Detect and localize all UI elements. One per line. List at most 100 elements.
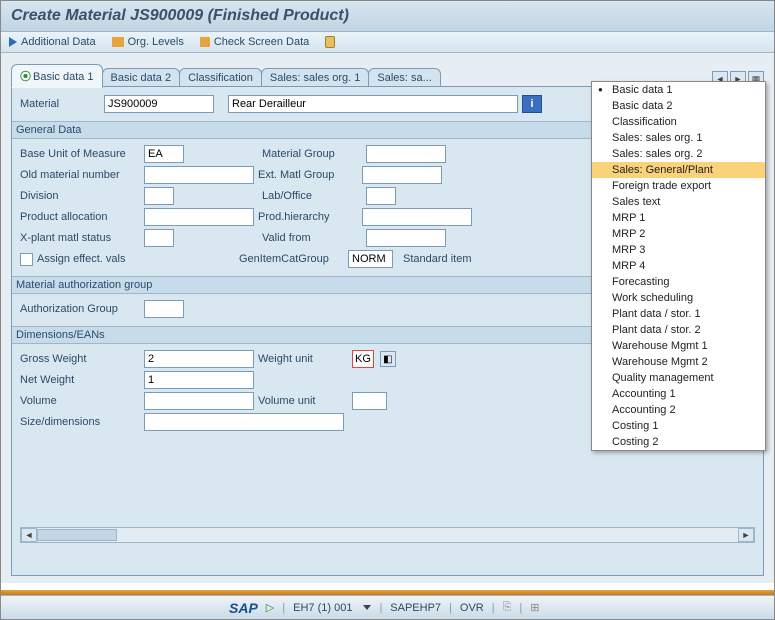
tab-classification[interactable]: Classification — [179, 68, 262, 87]
lab-office-label: Lab/Office — [262, 190, 362, 202]
material-group-label: Material Group — [262, 148, 362, 160]
scroll-right-button[interactable]: ► — [738, 528, 754, 542]
dropdown-item[interactable]: Forecasting — [592, 274, 765, 290]
dropdown-item[interactable]: Sales text — [592, 194, 765, 210]
info-button[interactable]: i — [522, 95, 542, 113]
ext-matl-group-field[interactable] — [362, 166, 442, 184]
lab-office-field[interactable] — [366, 187, 396, 205]
additional-data-button[interactable]: Additional Data — [9, 36, 96, 48]
org-icon — [112, 37, 124, 47]
dropdown-item[interactable]: Sales: General/Plant — [592, 162, 765, 178]
size-dim-label: Size/dimensions — [20, 416, 140, 428]
play-icon[interactable]: ▷ — [266, 601, 274, 614]
tab-basic-data-1[interactable]: ⦿Basic data 1 — [11, 64, 103, 88]
tab-dropdown-list: Basic data 1Basic data 2ClassificationSa… — [591, 81, 766, 451]
auth-group-label: Authorization Group — [20, 303, 140, 315]
scroll-left-button[interactable]: ◄ — [21, 528, 37, 542]
scroll-track[interactable] — [37, 529, 738, 541]
status-system[interactable]: EH7 (1) 001 — [293, 602, 352, 614]
app-toolbar: Additional Data Org. Levels Check Screen… — [1, 32, 774, 53]
volume-unit-label: Volume unit — [258, 395, 348, 407]
volume-field[interactable] — [144, 392, 254, 410]
status-icon-2[interactable]: ⊞ — [530, 601, 539, 614]
prod-hierarchy-field[interactable] — [362, 208, 472, 226]
check-screen-button[interactable]: Check Screen Data — [200, 36, 309, 48]
base-uom-field[interactable] — [144, 145, 184, 163]
material-desc-field[interactable] — [228, 95, 518, 113]
f4-help-button[interactable]: ◧ — [380, 351, 396, 367]
old-material-field[interactable] — [144, 166, 254, 184]
org-levels-label: Org. Levels — [128, 36, 184, 48]
dropdown-item[interactable]: Plant data / stor. 1 — [592, 306, 765, 322]
gross-weight-field[interactable] — [144, 350, 254, 368]
auth-group-field[interactable] — [144, 300, 184, 318]
volume-label: Volume — [20, 395, 140, 407]
arrow-right-icon — [9, 37, 17, 47]
gen-item-cat-label: GenItemCatGroup — [239, 253, 344, 265]
dropdown-item[interactable]: Costing 2 — [592, 434, 765, 450]
horizontal-scrollbar[interactable]: ◄ ► — [20, 527, 755, 543]
xplant-status-label: X-plant matl status — [20, 232, 140, 244]
material-group-field[interactable] — [366, 145, 446, 163]
old-material-label: Old material number — [20, 169, 140, 181]
scroll-thumb[interactable] — [37, 529, 117, 541]
lock-button[interactable] — [325, 36, 335, 48]
dropdown-item[interactable]: MRP 1 — [592, 210, 765, 226]
dropdown-item[interactable]: Warehouse Mgmt 2 — [592, 354, 765, 370]
dropdown-item[interactable]: Sales: sales org. 1 — [592, 130, 765, 146]
lock-icon — [325, 36, 335, 48]
status-bar: SAP ▷ | EH7 (1) 001 | SAPEHP7 | OVR | ⎘ … — [1, 595, 774, 619]
dropdown-item[interactable]: Basic data 1 — [592, 82, 765, 98]
dropdown-item[interactable]: Plant data / stor. 2 — [592, 322, 765, 338]
material-id-field[interactable] — [104, 95, 214, 113]
dropdown-item[interactable]: Accounting 2 — [592, 402, 765, 418]
valid-from-label: Valid from — [262, 232, 362, 244]
dropdown-item[interactable]: Warehouse Mgmt 1 — [592, 338, 765, 354]
size-dim-field[interactable] — [144, 413, 344, 431]
tab-label: Basic data 1 — [33, 71, 94, 83]
dropdown-item[interactable]: Quality management — [592, 370, 765, 386]
status-icon-1[interactable]: ⎘ — [503, 601, 512, 614]
dropdown-item[interactable]: MRP 4 — [592, 258, 765, 274]
weight-unit-label: Weight unit — [258, 353, 348, 365]
product-alloc-label: Product allocation — [20, 211, 140, 223]
gross-weight-label: Gross Weight — [20, 353, 140, 365]
weight-unit-field[interactable]: KG — [352, 350, 374, 368]
gen-item-cat-desc: Standard item — [403, 253, 471, 265]
dropdown-item[interactable]: Basic data 2 — [592, 98, 765, 114]
volume-unit-field[interactable] — [352, 392, 387, 410]
chevron-down-icon[interactable] — [363, 605, 371, 610]
dropdown-item[interactable]: MRP 3 — [592, 242, 765, 258]
division-label: Division — [20, 190, 140, 202]
gen-item-cat-field[interactable] — [348, 250, 393, 268]
additional-data-label: Additional Data — [21, 36, 96, 48]
page-title: Create Material JS900009 (Finished Produ… — [1, 1, 774, 32]
check-screen-label: Check Screen Data — [214, 36, 309, 48]
ext-matl-group-label: Ext. Matl Group — [258, 169, 358, 181]
status-server: SAPEHP7 — [390, 602, 441, 614]
dropdown-item[interactable]: Accounting 1 — [592, 386, 765, 402]
dropdown-item[interactable]: Classification — [592, 114, 765, 130]
org-levels-button[interactable]: Org. Levels — [112, 36, 184, 48]
valid-from-field[interactable] — [366, 229, 446, 247]
check-icon — [200, 37, 210, 47]
tab-sales-more[interactable]: Sales: sa... — [368, 68, 440, 87]
dropdown-item[interactable]: Foreign trade export — [592, 178, 765, 194]
xplant-status-field[interactable] — [144, 229, 174, 247]
base-uom-label: Base Unit of Measure — [20, 148, 140, 160]
product-alloc-field[interactable] — [144, 208, 254, 226]
division-field[interactable] — [144, 187, 174, 205]
status-mode: OVR — [460, 602, 484, 614]
tab-sales-org-1[interactable]: Sales: sales org. 1 — [261, 68, 370, 87]
dropdown-item[interactable]: MRP 2 — [592, 226, 765, 242]
tab-basic-data-2[interactable]: Basic data 2 — [102, 68, 181, 87]
dropdown-item[interactable]: Work scheduling — [592, 290, 765, 306]
net-weight-label: Net Weight — [20, 374, 140, 386]
sap-logo: SAP — [229, 600, 258, 616]
dropdown-item[interactable]: Costing 1 — [592, 418, 765, 434]
assign-effect-checkbox[interactable] — [20, 253, 33, 266]
prod-hierarchy-label: Prod.hierarchy — [258, 211, 358, 223]
net-weight-field[interactable] — [144, 371, 254, 389]
assign-effect-label: Assign effect. vals — [37, 253, 147, 265]
dropdown-item[interactable]: Sales: sales org. 2 — [592, 146, 765, 162]
